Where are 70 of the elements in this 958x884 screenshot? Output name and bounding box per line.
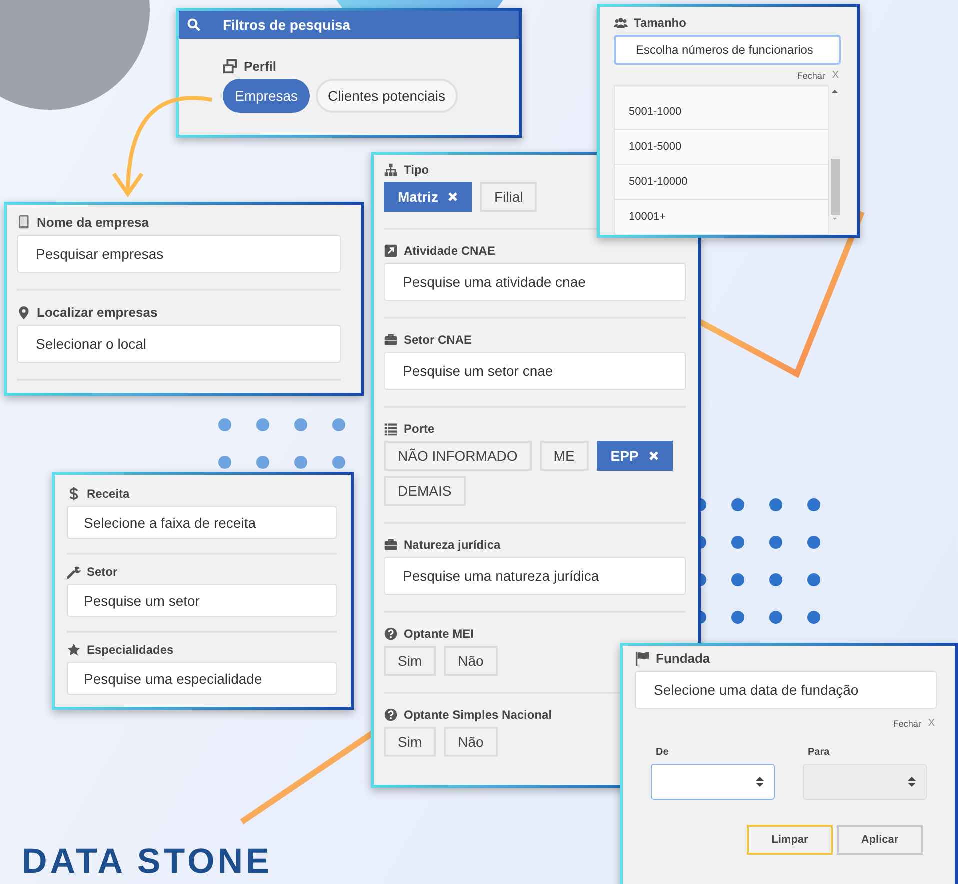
star-icon	[67, 643, 81, 657]
date-select[interactable]	[651, 764, 775, 800]
dropdown-option[interactable]: 5001-1000	[615, 95, 828, 130]
filter-chip[interactable]: Não	[444, 646, 498, 676]
field-label: Setor CNAE	[404, 333, 472, 347]
filter-chip[interactable]: DEMAIS	[384, 476, 466, 506]
profile-option[interactable]: Clientes potenciais	[316, 79, 458, 113]
search-field[interactable]: Pesquise uma atividade cnae	[384, 263, 686, 301]
search-field[interactable]: Pesquise uma natureza jurídica	[384, 557, 686, 595]
profile-option[interactable]: Empresas	[223, 79, 310, 113]
filter-chip[interactable]: NÃO INFORMADO	[384, 441, 532, 471]
flag-icon	[635, 651, 650, 666]
action-button[interactable]: Aplicar	[837, 825, 923, 855]
field-label: Optante MEI	[404, 627, 474, 641]
field-label: Natureza jurídica	[404, 538, 501, 552]
filter-chip[interactable]: ME	[540, 441, 589, 471]
windows-icon	[223, 59, 238, 74]
remove-icon	[648, 451, 659, 461]
sitemap-icon	[384, 163, 398, 177]
tablet-icon	[17, 214, 31, 230]
field-label: Atividade CNAE	[404, 244, 496, 258]
field-label: Tipo	[404, 163, 430, 177]
field-label: Tamanho	[634, 16, 686, 30]
filter-chip[interactable]: Filial	[480, 182, 538, 212]
field-label: Optante Simples Nacional	[404, 708, 552, 722]
search-field[interactable]: Pesquise um setor cnae	[384, 352, 686, 390]
search-field[interactable]: Selecione uma data de fundação	[635, 671, 937, 709]
search-field[interactable]: Selecione a faixa de receita	[67, 506, 337, 539]
map-pin-icon	[17, 306, 31, 320]
range-label: Para	[807, 747, 831, 758]
help-icon	[384, 708, 398, 722]
spinner-icon	[908, 776, 916, 788]
external-link-icon	[384, 244, 398, 258]
search-field[interactable]: Pesquise uma especialidade	[67, 662, 337, 695]
field-label: Fundada	[656, 651, 710, 666]
panel-title: Filtros de pesquisa	[223, 17, 351, 33]
field-label: Especialidades	[87, 643, 174, 657]
dropdown-option[interactable]: 1001-5000	[615, 130, 828, 165]
filter-chip[interactable]: EPP	[596, 441, 673, 471]
remove-icon	[448, 192, 458, 202]
field-label: Nome da empresa	[37, 214, 149, 230]
dollar-icon	[67, 487, 81, 501]
field-label: Localizar empresas	[37, 305, 158, 320]
field-label: Perfil	[244, 59, 277, 74]
search-field[interactable]: Pesquisar empresas	[17, 235, 341, 273]
spinner-icon	[756, 776, 764, 788]
range-label: De	[655, 747, 670, 758]
filter-chip[interactable]: Sim	[384, 727, 436, 757]
field-label: Receita	[87, 487, 130, 501]
filter-chip[interactable]: Não	[444, 727, 498, 757]
filter-chip[interactable]: Sim	[384, 646, 436, 676]
search-field[interactable]: Pesquise um setor	[67, 584, 337, 617]
list-icon	[384, 422, 398, 436]
close-link[interactable]: Fechar	[797, 70, 826, 80]
field-label: Setor	[87, 565, 118, 579]
search-icon	[187, 18, 201, 32]
close-link[interactable]: Fechar	[893, 718, 922, 728]
search-field[interactable]: Selecionar o local	[17, 325, 341, 363]
users-icon	[614, 16, 628, 30]
search-field[interactable]: Escolha números de funcionarios	[614, 35, 841, 65]
dropdown-option[interactable]: 5001-10000	[615, 165, 828, 200]
field-label: Porte	[404, 422, 435, 436]
briefcase-icon	[384, 538, 398, 552]
action-button[interactable]: Limpar	[747, 825, 833, 855]
briefcase-icon	[384, 333, 398, 347]
filter-chip[interactable]: Matriz	[384, 182, 472, 212]
wrench-icon	[67, 565, 81, 579]
dropdown-option[interactable]: 10001+	[615, 200, 828, 234]
logo-text: DATA STONE	[22, 842, 272, 882]
help-icon	[384, 627, 398, 641]
